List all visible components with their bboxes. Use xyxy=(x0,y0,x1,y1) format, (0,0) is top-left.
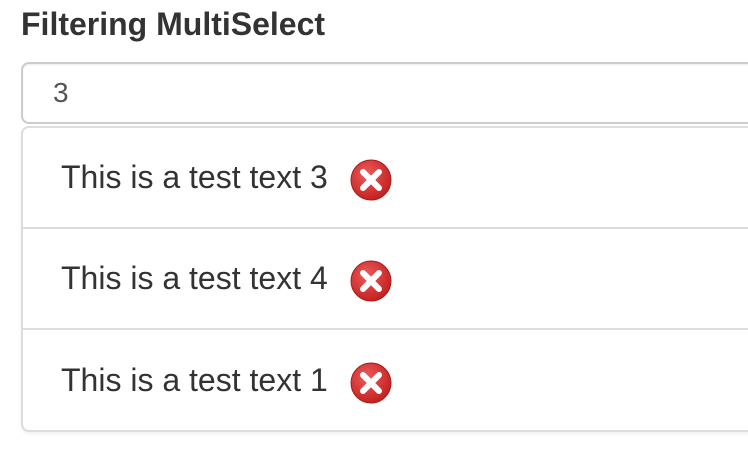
list-item-label: This is a test text 4 xyxy=(61,260,328,296)
remove-icon[interactable] xyxy=(350,260,392,302)
selected-items-list: This is a test text 3 This is a test tex… xyxy=(21,126,748,432)
list-item-label: This is a test text 3 xyxy=(61,159,328,195)
list-item: This is a test text 1 xyxy=(23,330,748,430)
remove-icon[interactable] xyxy=(350,159,392,201)
list-item: This is a test text 3 xyxy=(23,128,748,229)
page-title: Filtering MultiSelect xyxy=(21,6,326,42)
list-item-label: This is a test text 1 xyxy=(61,362,328,398)
remove-icon[interactable] xyxy=(350,362,392,404)
filter-input[interactable] xyxy=(21,62,748,124)
list-item: This is a test text 4 xyxy=(23,229,748,330)
